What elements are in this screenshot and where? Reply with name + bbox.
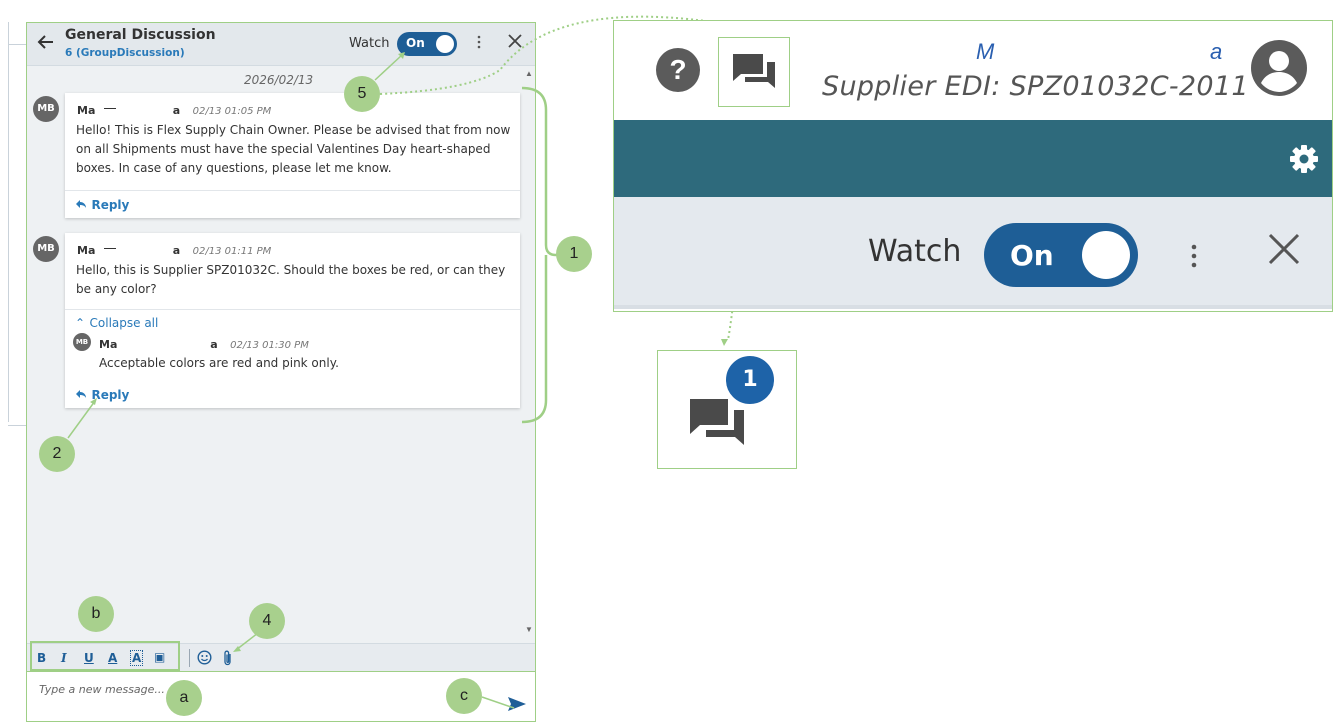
callout-a: a: [166, 680, 202, 716]
zoomed-watch-label: Watch: [868, 234, 962, 269]
org-name-end: a: [1210, 39, 1223, 64]
zoomed-watch-state: On: [1010, 239, 1054, 272]
zoomed-top-bar: ? M a Supplier EDI: SPZ01032C-2011: [614, 21, 1332, 120]
callout-c: c: [446, 678, 482, 714]
zoomed-toggle-knob: [1082, 231, 1130, 279]
zoomed-bottom-stripe: [614, 305, 1332, 309]
zoomed-close-icon[interactable]: [1266, 231, 1302, 272]
gear-icon[interactable]: [1289, 144, 1319, 179]
zoomed-chat-header: [614, 197, 1332, 307]
chat-icon-highlight[interactable]: [718, 37, 790, 107]
callout-b: b: [78, 596, 114, 632]
org-name-start: M: [976, 39, 995, 64]
callout-4: 4: [249, 603, 285, 639]
zoomed-more-options-icon[interactable]: [1191, 243, 1197, 269]
notification-badge: 1: [723, 353, 777, 407]
help-icon[interactable]: ?: [656, 48, 700, 92]
user-avatar-icon[interactable]: [1250, 39, 1308, 97]
zoomed-watch-toggle[interactable]: On: [984, 223, 1138, 287]
zoomed-nav-band: [614, 120, 1332, 197]
callout-2: 2: [39, 436, 75, 472]
callout-5: 5: [344, 76, 380, 112]
zoomed-header-panel: ? M a Supplier EDI: SPZ01032C-2011 Watch…: [613, 20, 1333, 312]
callout-1: 1: [556, 236, 592, 272]
supplier-label: Supplier EDI: SPZ01032C-2011: [822, 71, 1249, 102]
chat-bubbles-icon: [733, 54, 775, 88]
